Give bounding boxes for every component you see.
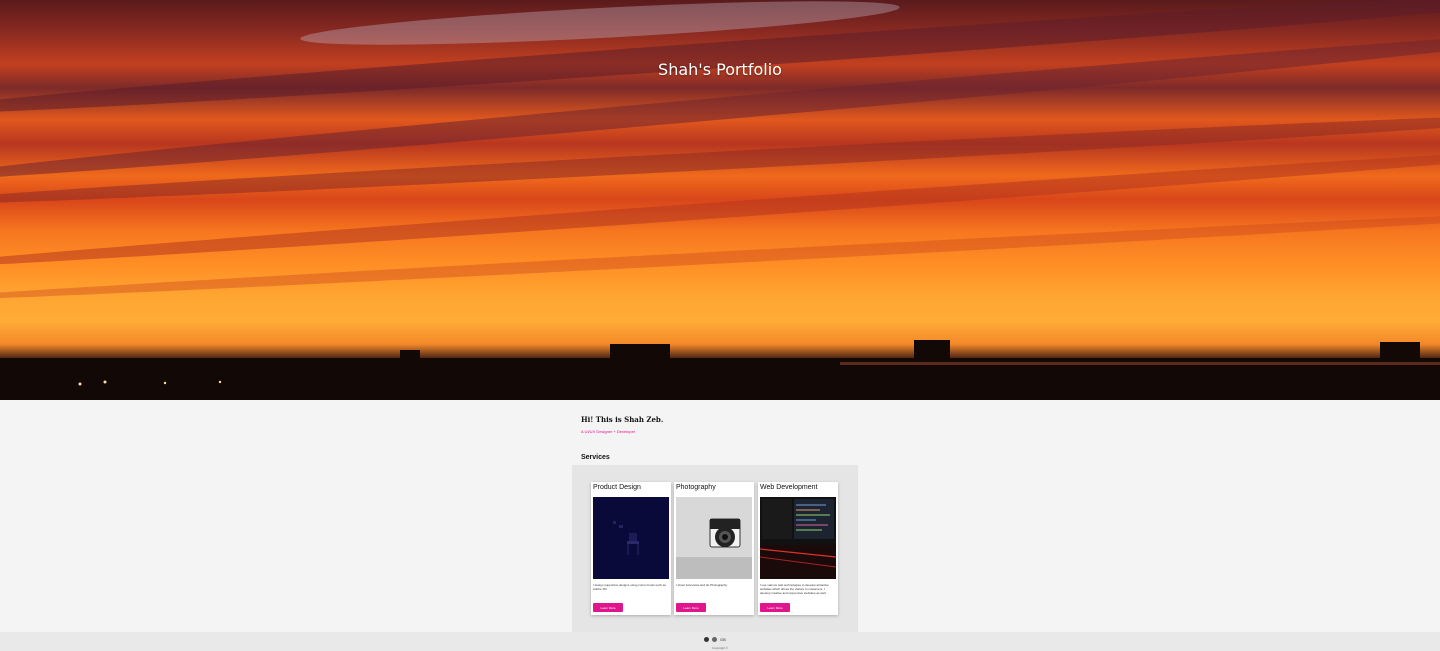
- intro-section: Hi! This is Shah Zeb. A UI/UX Designer +…: [581, 415, 881, 434]
- card-description: I use various web technologies to develo…: [760, 583, 829, 595]
- camera-photo-image: [676, 497, 752, 579]
- card-title: Product Design: [593, 484, 641, 491]
- footer: GB Copyright ©: [0, 632, 1440, 651]
- cloud-streak: [0, 205, 1440, 307]
- footer-social-icons: GB: [704, 637, 726, 642]
- facebook-icon[interactable]: [704, 637, 709, 642]
- card-title: Photography: [676, 484, 716, 491]
- github-icon[interactable]: [712, 637, 717, 642]
- card-description: I shoot interviews and do Photography.: [676, 583, 728, 587]
- chair-3d-render-image: [593, 497, 669, 579]
- learn-more-button[interactable]: Learn More: [676, 603, 706, 612]
- intro-subtitle: A UI/UX Designer + Developer: [581, 429, 636, 434]
- service-card-product-design: Product Design I design supportive desig…: [591, 482, 671, 615]
- footer-extra-label[interactable]: GB: [720, 637, 726, 642]
- page-title: Shah's Portfolio: [658, 60, 782, 79]
- card-title: Web Development: [760, 484, 818, 491]
- learn-more-button[interactable]: Learn More: [593, 603, 623, 612]
- code-monitor-keyboard-image: [760, 497, 836, 579]
- intro-title: Hi! This is Shah Zeb.: [581, 415, 664, 424]
- service-card-photography: Photography I shoot interviews and do Ph…: [674, 482, 754, 615]
- learn-more-button[interactable]: Learn More: [760, 603, 790, 612]
- service-card-web-development: Web Development I use various web techno…: [758, 482, 838, 615]
- card-description: I design supportive designs using curren…: [593, 583, 666, 591]
- services-panel: Product Design I design supportive desig…: [572, 465, 858, 632]
- services-heading: Services: [581, 454, 610, 461]
- copyright-text: Copyright ©: [712, 646, 728, 650]
- city-skyline-silhouette: [0, 340, 1440, 400]
- hero-banner: Shah's Portfolio: [0, 0, 1440, 400]
